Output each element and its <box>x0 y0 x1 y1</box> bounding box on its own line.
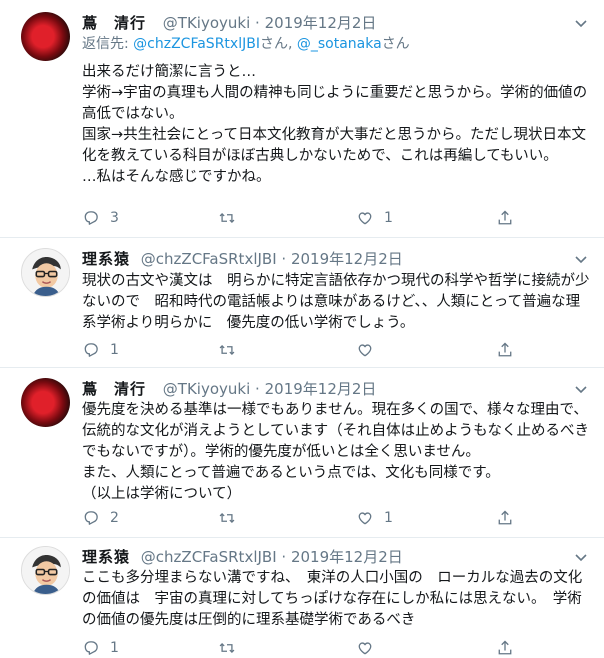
tweet-body: 出来るだけ簡潔に言うと… 学術→宇宙の真理も人間の精神も同じように重要だと思うか… <box>82 64 588 185</box>
tweet[interactable]: 理系猿 @chzZCFaSRtxlJBI · 2019年12月2日 現状の古文や… <box>0 248 604 360</box>
tweet-header: 蔦 清行 @TKiyoyuki · 2019年12月2日 <box>82 12 376 34</box>
tweet-header: 蔦 清行 @TKiyoyuki · 2019年12月2日 <box>82 378 376 400</box>
reply-count: 1 <box>110 640 119 656</box>
user-handle[interactable]: @TKiyoyuki <box>163 380 250 398</box>
tweet-body: 優先度を決める基準は一様でもありません。現在多くの国で、様々な理由で、伝統的な文… <box>82 402 590 502</box>
chevron-down-icon[interactable] <box>572 548 590 566</box>
chevron-down-icon[interactable] <box>572 14 590 32</box>
like-button[interactable] <box>356 340 384 360</box>
chevron-down-icon[interactable] <box>572 250 590 268</box>
avatar[interactable] <box>21 12 70 61</box>
reply-button[interactable]: 2 <box>82 508 119 528</box>
reply-icon <box>84 641 98 655</box>
tweet-divider <box>0 367 604 368</box>
reply-suffix: さん <box>381 36 410 52</box>
share-icon <box>498 640 512 655</box>
tweet-actions: 1 <box>82 638 522 658</box>
reply-button[interactable]: 1 <box>82 340 119 360</box>
share-icon <box>498 210 512 225</box>
tweet-date[interactable]: 2019年12月2日 <box>291 548 403 566</box>
heart-icon <box>358 344 372 357</box>
like-count: 1 <box>384 510 393 526</box>
reply-prefix: 返信先: <box>82 36 134 52</box>
tweet-header: 理系猿 @chzZCFaSRtxlJBI · 2019年12月2日 <box>82 546 403 568</box>
chevron-down-icon[interactable] <box>572 380 590 398</box>
like-button[interactable] <box>356 638 384 658</box>
avatar[interactable] <box>21 546 70 595</box>
tweet-date[interactable]: 2019年12月2日 <box>291 250 403 268</box>
avatar[interactable] <box>21 378 70 427</box>
like-button[interactable]: 1 <box>356 508 393 528</box>
tweet-text: 優先度を決める基準は一様でもありません。現在多くの国で、様々な理由で、伝統的な文… <box>82 400 590 505</box>
retweet-icon <box>219 643 235 653</box>
tweet-actions: 2 1 <box>82 508 522 528</box>
share-button[interactable] <box>496 638 514 658</box>
retweet-button[interactable] <box>218 638 246 658</box>
reply-icon <box>84 511 98 525</box>
reply-to-line: 返信先: @chzZCFaSRtxlJBIさん, @_sotanakaさん <box>82 34 410 54</box>
tweet-text: 現状の古文や漢文は 明らかに特定言語依存かつ現代の科学や哲学に接続が少ないので … <box>82 271 590 334</box>
like-count: 1 <box>384 210 393 226</box>
user-name[interactable]: 蔦 清行 <box>82 14 146 32</box>
retweet-button[interactable] <box>218 508 246 528</box>
tweet[interactable]: 蔦 清行 @TKiyoyuki · 2019年12月2日 返信先: @chzZC… <box>0 12 604 230</box>
reply-count: 1 <box>110 342 119 358</box>
reply-button[interactable]: 1 <box>82 638 119 658</box>
tweet-actions: 3 1 <box>82 208 522 228</box>
user-handle[interactable]: @chzZCFaSRtxlJBI <box>141 250 277 268</box>
avatar-cartoon-icon <box>22 547 69 594</box>
retweet-icon <box>219 345 235 355</box>
tweet-header: 理系猿 @chzZCFaSRtxlJBI · 2019年12月2日 <box>82 248 403 270</box>
tweet-actions: 1 <box>82 340 522 360</box>
like-button[interactable]: 1 <box>356 208 393 228</box>
retweet-button[interactable] <box>218 208 246 228</box>
share-button[interactable] <box>496 508 514 528</box>
user-handle[interactable]: @TKiyoyuki <box>163 14 250 32</box>
retweet-button[interactable] <box>218 340 246 360</box>
tweet-text: ここも多分埋まらない溝ですね、 東洋の人口小国の ローカルな過去の文化の価値は … <box>82 568 590 631</box>
reply-icon <box>84 211 98 225</box>
reply-icon <box>84 343 98 357</box>
tweet-body: 現状の古文や漢文は 明らかに特定言語依存かつ現代の科学や哲学に接続が少ないので … <box>82 273 590 331</box>
tweet[interactable]: 蔦 清行 @TKiyoyuki · 2019年12月2日 優先度を決める基準は一… <box>0 378 604 530</box>
tweet-divider <box>0 237 604 238</box>
share-button[interactable] <box>496 340 514 360</box>
share-icon <box>498 510 512 525</box>
heart-icon <box>358 512 372 525</box>
retweet-icon <box>219 213 235 223</box>
heart-icon <box>358 212 372 225</box>
separator-dot: · <box>255 380 260 398</box>
user-name[interactable]: 理系猿 <box>82 548 130 566</box>
separator-dot: · <box>281 250 287 268</box>
reply-mid: さん, <box>259 36 297 52</box>
share-icon <box>498 342 512 357</box>
tweet[interactable]: 理系猿 @chzZCFaSRtxlJBI · 2019年12月2日 ここも多分埋… <box>0 546 604 656</box>
tweet-body: ここも多分埋まらない溝ですね、 東洋の人口小国の ローカルな過去の文化の価値は … <box>82 570 583 628</box>
user-name[interactable]: 蔦 清行 <box>82 380 146 398</box>
reply-mention[interactable]: @_sotanaka <box>297 36 382 52</box>
tweet-date[interactable]: 2019年12月2日 <box>265 380 377 398</box>
tweet-text: 出来るだけ簡潔に言うと… 学術→宇宙の真理も人間の精神も同じように重要だと思うか… <box>82 62 590 188</box>
user-name[interactable]: 理系猿 <box>82 250 130 268</box>
avatar-cartoon-icon <box>22 249 69 296</box>
reply-count: 2 <box>110 510 119 526</box>
reply-count: 3 <box>110 210 119 226</box>
separator-dot: · <box>255 14 260 32</box>
heart-icon <box>358 642 372 655</box>
separator-dot: · <box>281 548 287 566</box>
user-handle[interactable]: @chzZCFaSRtxlJBI <box>141 548 277 566</box>
avatar[interactable] <box>21 248 70 297</box>
share-button[interactable] <box>496 208 514 228</box>
reply-mention[interactable]: @chzZCFaSRtxlJBI <box>133 36 260 52</box>
tweet-date[interactable]: 2019年12月2日 <box>265 14 377 32</box>
reply-button[interactable]: 3 <box>82 208 119 228</box>
tweet-divider <box>0 537 604 538</box>
retweet-icon <box>219 513 235 523</box>
